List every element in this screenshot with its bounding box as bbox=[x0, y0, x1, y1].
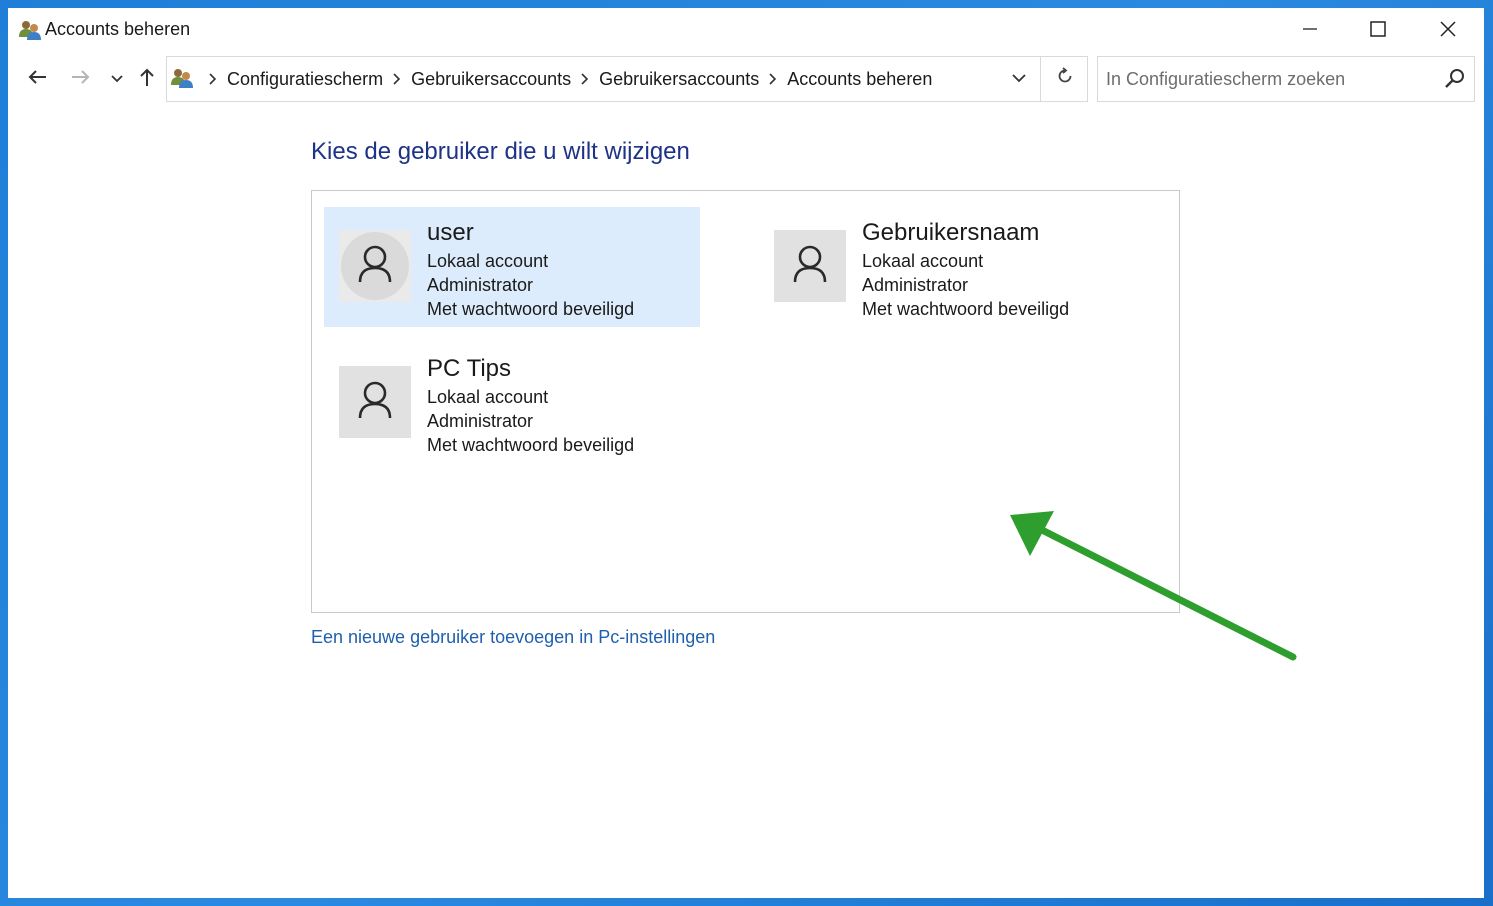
accounts-list: user Lokaal account Administrator Met wa… bbox=[311, 190, 1180, 613]
chevron-right-icon[interactable] bbox=[383, 57, 411, 101]
account-name: Gebruikersnaam bbox=[862, 219, 1040, 246]
page-title: Kies de gebruiker die u wilt wijzigen bbox=[311, 138, 690, 165]
chevron-right-icon bbox=[199, 57, 227, 101]
account-card-pc-tips[interactable]: PC Tips Lokaal account Administrator Met… bbox=[324, 343, 700, 463]
close-icon bbox=[1440, 21, 1456, 37]
account-info: PC Tips Lokaal account Administrator Met… bbox=[427, 355, 634, 457]
user-icon bbox=[358, 381, 392, 419]
account-info: user Lokaal account Administrator Met wa… bbox=[427, 219, 634, 321]
control-panel-icon bbox=[170, 67, 194, 89]
address-bar[interactable]: Configuratiescherm Gebruikersaccounts Ge… bbox=[166, 56, 1088, 102]
account-name: PC Tips bbox=[427, 355, 512, 382]
breadcrumb-item-gebruikersaccounts-sub[interactable]: Gebruikersaccounts bbox=[599, 69, 759, 90]
maximize-icon bbox=[1370, 21, 1386, 37]
chevron-down-icon bbox=[1012, 70, 1026, 88]
account-name: user bbox=[427, 219, 474, 246]
forward-button[interactable] bbox=[68, 64, 94, 94]
account-role: Administrator bbox=[427, 411, 534, 431]
avatar bbox=[774, 230, 846, 302]
account-card-gebruikersnaam[interactable]: Gebruikersnaam Lokaal account Administra… bbox=[759, 207, 1135, 327]
account-card-user[interactable]: user Lokaal account Administrator Met wa… bbox=[324, 207, 700, 327]
recent-locations-button[interactable] bbox=[108, 64, 126, 94]
arrow-up-icon bbox=[139, 67, 155, 92]
accounts-window: Accounts beheren Configuratiescherm Gebr… bbox=[8, 8, 1484, 898]
add-user-link[interactable]: Een nieuwe gebruiker toevoegen in Pc-ins… bbox=[311, 627, 715, 648]
avatar bbox=[339, 366, 411, 438]
breadcrumb-item-gebruikersaccounts[interactable]: Gebruikersaccounts bbox=[411, 69, 571, 90]
maximize-button[interactable] bbox=[1344, 8, 1412, 50]
account-protection: Met wachtwoord beveiligd bbox=[427, 299, 635, 319]
breadcrumb-item-accounts-beheren[interactable]: Accounts beheren bbox=[787, 69, 932, 90]
account-type: Lokaal account bbox=[427, 251, 549, 271]
back-button[interactable] bbox=[24, 64, 50, 94]
minimize-button[interactable] bbox=[1276, 8, 1344, 50]
search-icon[interactable] bbox=[1444, 68, 1466, 90]
search-input[interactable] bbox=[1106, 67, 1426, 91]
chevron-right-icon[interactable] bbox=[759, 57, 787, 101]
arrow-left-icon bbox=[27, 69, 47, 90]
close-button[interactable] bbox=[1414, 8, 1482, 50]
minimize-icon bbox=[1302, 21, 1318, 37]
account-protection: Met wachtwoord beveiligd bbox=[427, 435, 635, 455]
refresh-icon bbox=[1056, 67, 1074, 91]
chevron-down-icon bbox=[111, 70, 123, 88]
arrow-right-icon bbox=[71, 69, 91, 90]
account-type: Lokaal account bbox=[427, 387, 549, 407]
up-button[interactable] bbox=[136, 64, 158, 94]
user-icon bbox=[358, 245, 392, 283]
account-type: Lokaal account bbox=[862, 251, 984, 271]
account-role: Administrator bbox=[427, 275, 534, 295]
account-info: Gebruikersnaam Lokaal account Administra… bbox=[862, 219, 1069, 321]
navigation-bar: Configuratiescherm Gebruikersaccounts Ge… bbox=[8, 54, 1484, 104]
breadcrumb-item-configuratiescherm[interactable]: Configuratiescherm bbox=[227, 69, 383, 90]
account-role: Administrator bbox=[862, 275, 969, 295]
users-icon bbox=[18, 19, 42, 41]
breadcrumb: Configuratiescherm Gebruikersaccounts Ge… bbox=[199, 57, 932, 101]
search-box[interactable] bbox=[1097, 56, 1475, 102]
chevron-right-icon[interactable] bbox=[571, 57, 599, 101]
address-history-button[interactable] bbox=[999, 57, 1039, 101]
title-bar: Accounts beheren bbox=[8, 8, 1484, 52]
refresh-button[interactable] bbox=[1040, 57, 1089, 101]
window-title: Accounts beheren bbox=[45, 19, 191, 39]
avatar bbox=[339, 230, 411, 302]
user-icon bbox=[793, 245, 827, 283]
account-protection: Met wachtwoord beveiligd bbox=[862, 299, 1070, 319]
